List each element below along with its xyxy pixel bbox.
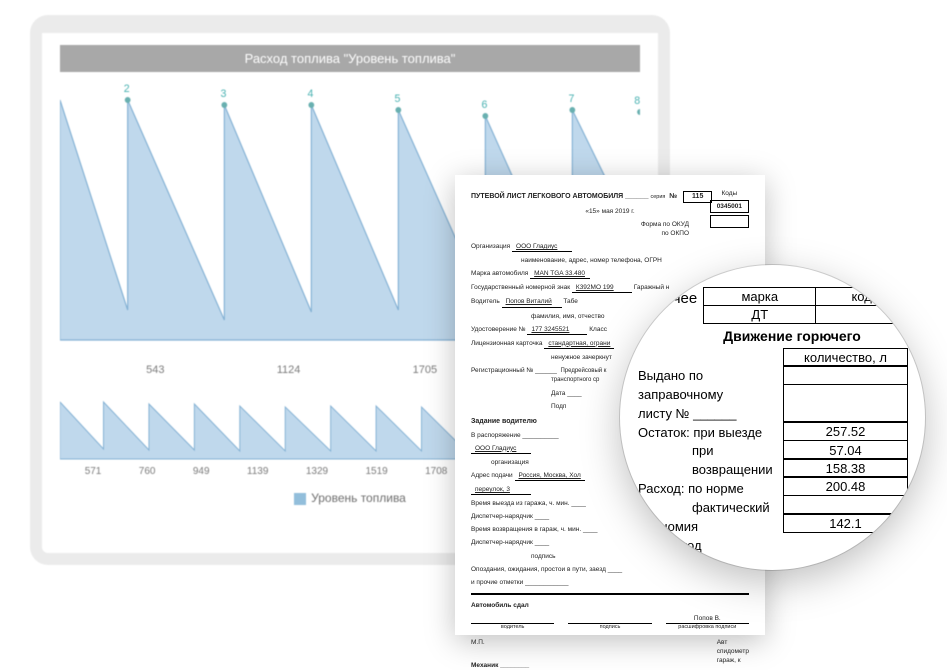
xaxis-tick: 1329 [306, 466, 328, 477]
fuel-overrun: 142.1 [783, 513, 908, 533]
fuel-label: Горючее [638, 287, 697, 307]
okud-code: 0345001 [710, 200, 749, 213]
license-no: 177 3245521 [527, 325, 587, 335]
xaxis-tick: 760 [139, 466, 156, 477]
peak-label: 5 [394, 93, 400, 105]
xaxis-tick: 571 [85, 466, 102, 477]
okpo-code [710, 215, 749, 228]
reg-plate: К392МО 199 [572, 283, 632, 293]
fuel-remain-in: 57.04 [783, 440, 908, 460]
driver-name: Попов Виталий [502, 297, 562, 307]
car-brand: MAN TGA 33.480 [530, 269, 590, 279]
xaxis-tick: 1708 [425, 466, 447, 477]
doc-number: 115 [683, 191, 712, 203]
okpo-label: по ОКПО [661, 230, 689, 237]
xaxis-tick: 1139 [247, 466, 269, 477]
fuel-remain-out: 257.52 [783, 421, 908, 441]
doc-org-sub: наименование, адрес, номер телефона, ОГР… [471, 256, 749, 265]
fuel-code-header: код [816, 288, 908, 306]
chart-title: Расход топлива "Уровень топлива" [60, 45, 640, 72]
xaxis-tick: 949 [193, 466, 210, 477]
fuel-value-column: 257.52 57.04 158.38 200.48 142.1 [783, 367, 908, 555]
fuel-consumption-norm: 158.38 [783, 458, 908, 478]
car-out-label: Автомобиль сдал [471, 602, 529, 609]
fuel-motion-header: Движение горючего [676, 328, 908, 344]
peak-label: 4 [307, 88, 313, 100]
mechanic-label: Механик [471, 662, 498, 669]
xaxis-tick: 1519 [365, 466, 387, 477]
okud-label: Форма по ОКУД [641, 221, 689, 228]
xaxis-tick: 1705 [413, 364, 437, 376]
mp-label: М.П. [471, 639, 485, 646]
peak-label: 8 [634, 95, 640, 107]
doc-org-row: Организация ООО Гладиус [471, 242, 749, 252]
fuel-qty-header: количество, л [784, 349, 908, 367]
codes-header: Коды [710, 189, 749, 198]
xaxis-tick: 1124 [277, 364, 301, 376]
fuel-code-value [816, 306, 908, 324]
legend-swatch [294, 493, 306, 505]
fuel-row-labels: Выдано по заправочному листу № ______ Ос… [638, 367, 783, 555]
fuel-consumption-fact: 200.48 [783, 476, 908, 496]
doc-title: ПУТЕВОЙ ЛИСТ ЛЕГКОВОГО АВТОМОБИЛЯ ______… [471, 191, 749, 203]
doc-codes-box: Коды 0345001 [710, 189, 749, 228]
peak-label: 7 [568, 93, 574, 105]
legend-label: Уровень топлива [311, 491, 406, 505]
xaxis-tick: 543 [146, 364, 164, 376]
peak-label: 2 [124, 83, 130, 95]
peak-label: 3 [220, 88, 226, 100]
magnifier-zoom: Горючее маркакод ДТ Движение горючего ко… [620, 265, 925, 570]
fuel-brand-header: марка [704, 288, 816, 306]
doc-date: «15» мая 2019 г. [471, 207, 749, 216]
peak-label: 6 [481, 99, 487, 111]
fuel-brand-value: ДТ [704, 306, 816, 324]
